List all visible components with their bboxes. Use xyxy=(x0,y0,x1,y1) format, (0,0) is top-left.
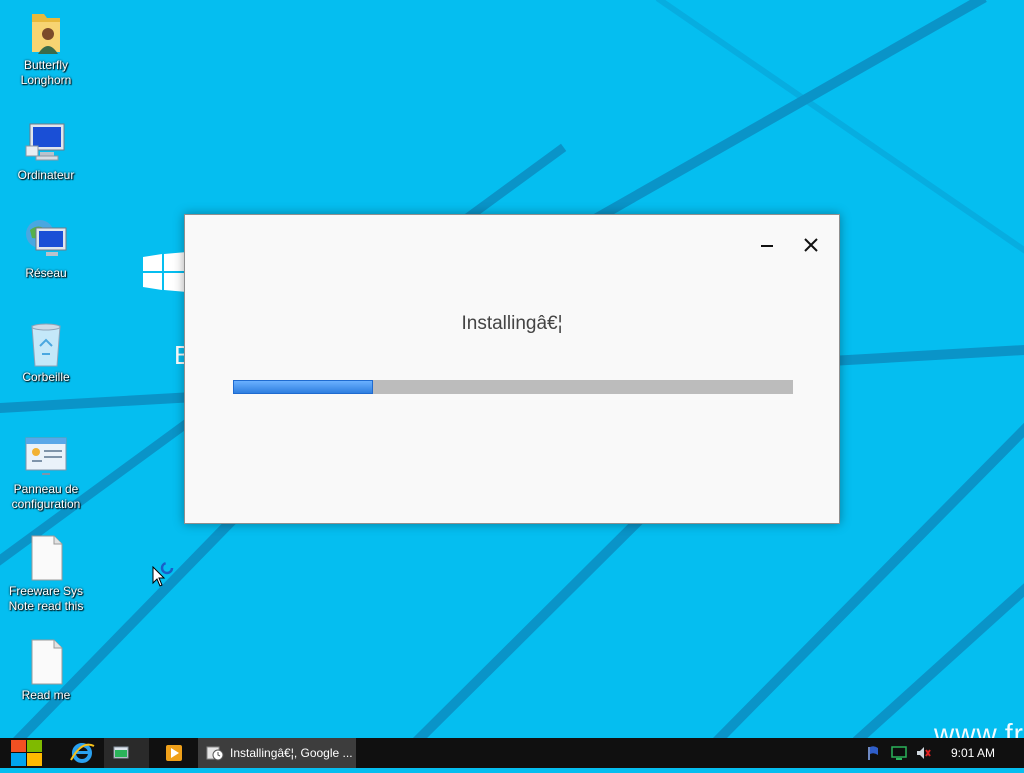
user-folder-icon xyxy=(32,14,60,54)
control-panel-icon xyxy=(25,437,67,475)
installer-icon xyxy=(206,746,224,761)
text-document-icon xyxy=(31,639,63,685)
desktop-icon-read-me[interactable]: Read me xyxy=(1,638,91,703)
taskbar-clock[interactable]: 9:01 AM xyxy=(945,746,1001,760)
taskbar-active-installer[interactable]: Installingâ€¦, Google ... xyxy=(198,738,356,768)
taskbar-app-window[interactable] xyxy=(104,738,149,768)
minimize-icon[interactable] xyxy=(755,237,779,253)
wallpaper-watermark-text: www.fr xyxy=(934,718,1024,738)
desktop-icon-reseau[interactable]: Réseau xyxy=(1,216,91,281)
start-button[interactable] xyxy=(0,738,50,768)
desktop-icon-freeware-sys-note[interactable]: Freeware Sys Note read this xyxy=(1,534,91,614)
desktop-icon-label: Ordinateur xyxy=(17,168,75,182)
taskbar-task-label: Installingâ€¦, Google ... xyxy=(230,746,353,760)
network-monitor-icon[interactable] xyxy=(891,745,907,761)
install-progress-fill xyxy=(233,380,373,394)
internet-explorer-icon xyxy=(70,743,95,763)
desktop-icon-label: Freeware Sys Note read this xyxy=(8,584,84,613)
windows-logo-icon xyxy=(11,740,42,766)
installer-status-title: Installingâ€¦ xyxy=(461,313,563,334)
desktop-icon-label: Read me xyxy=(21,688,71,702)
install-progress-bar xyxy=(233,380,793,394)
desktop-icon-corbeille[interactable]: Corbeille xyxy=(1,320,91,385)
installer-dialog: Installingâ€¦ xyxy=(184,214,840,524)
busy-spinner-icon xyxy=(160,561,174,575)
desktop-icon-label: Réseau xyxy=(25,266,67,280)
desktop-icon-panneau-de-configuration[interactable]: Panneau de configuration xyxy=(1,432,91,512)
desktop-icon-label: Butterfly Longhorn xyxy=(20,58,72,87)
desktop: B www.fr Butterfly Longhorn Ordinateur R… xyxy=(0,0,1024,738)
network-icon xyxy=(26,220,67,256)
recycle-bin-icon xyxy=(31,323,61,367)
desktop-icon-label: Corbeille xyxy=(22,370,70,384)
taskbar-media-player[interactable] xyxy=(158,738,190,768)
windows-logo-wallpaper-icon xyxy=(143,252,187,292)
media-player-icon xyxy=(166,745,182,761)
action-center-flag-icon[interactable] xyxy=(866,745,882,761)
desktop-icon-butterfly-longhorn[interactable]: Butterfly Longhorn xyxy=(1,8,91,88)
app-window-icon xyxy=(113,746,129,759)
close-icon[interactable] xyxy=(799,237,823,253)
taskbar-internet-explorer[interactable] xyxy=(66,738,98,768)
volume-muted-icon[interactable] xyxy=(915,745,931,761)
desktop-icon-label: Panneau de configuration xyxy=(11,482,81,511)
desktop-icon-ordinateur[interactable]: Ordinateur xyxy=(1,118,91,183)
text-document-icon xyxy=(31,535,63,581)
computer-icon xyxy=(25,123,65,161)
